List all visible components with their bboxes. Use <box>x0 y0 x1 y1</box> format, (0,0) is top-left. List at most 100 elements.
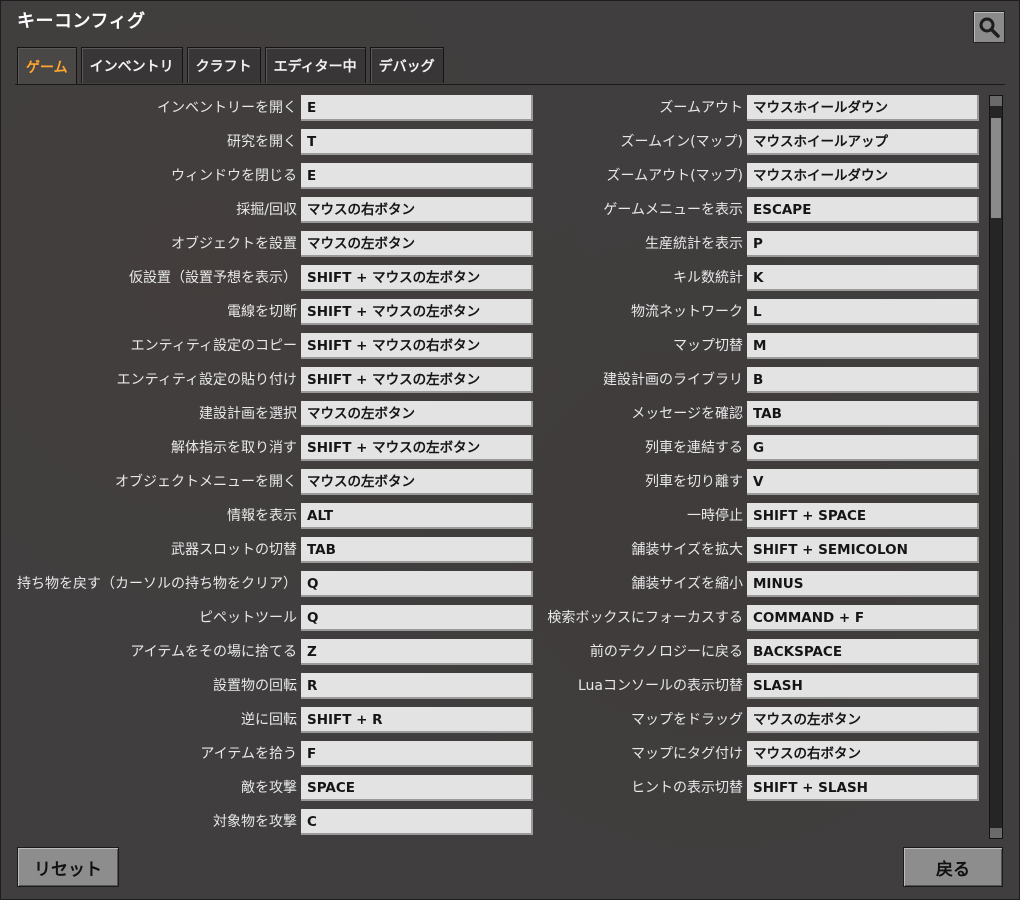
keybinding-key-button[interactable]: C <box>301 809 533 835</box>
keybinding-row: 持ち物を戻す（カーソルの持ち物をクリア） Q <box>15 570 533 598</box>
keybinding-key-button[interactable]: B <box>747 367 979 393</box>
keybinding-row: ピペットツール Q <box>15 604 533 632</box>
keybinding-action-label: メッセージを確認 <box>631 406 743 422</box>
search-button[interactable] <box>973 11 1005 43</box>
keybinding-action-label: マップをドラッグ <box>631 712 743 728</box>
keybinding-row: 設置物の回転 R <box>15 672 533 700</box>
keybinding-action-label: 持ち物を戻す（カーソルの持ち物をクリア） <box>17 576 297 592</box>
keybinding-row: ズームアウト マウスホイールダウン <box>461 94 979 122</box>
keybinding-row: アイテムを拾う F <box>15 740 533 768</box>
keybinding-row: 情報を表示 ALT <box>15 502 533 530</box>
keybinding-row: アイテムをその場に捨てる Z <box>15 638 533 666</box>
keybinding-action-label: インベントリーを開く <box>157 100 297 116</box>
keybinding-action-label: 舗装サイズを拡大 <box>631 542 743 558</box>
keybinding-list: インベントリーを開く E 研究を開く T ウィンドウを閉じる E 採掘/回収 マウスの右ボタン… <box>15 94 981 842</box>
keybinding-row: 物流ネットワーク L <box>461 298 979 326</box>
keybinding-key-button[interactable]: マウスホイールダウン <box>747 95 979 121</box>
keybinding-key-button[interactable]: P <box>747 231 979 257</box>
keybinding-row: オブジェクトを設置 マウスの左ボタン <box>15 230 533 258</box>
keybinding-action-label: エンティティ設定のコピー <box>130 338 297 354</box>
keybinding-action-label: ゲームメニューを表示 <box>603 202 743 218</box>
keybinding-key-button[interactable]: マウスホイールダウン <box>747 163 979 189</box>
key-config-window: キーコンフィグ ゲーム インベントリ クラフト エディター中 デバッグ インベン… <box>0 0 1020 900</box>
keybinding-action-label: 電線を切断 <box>227 304 297 320</box>
keybinding-action-label: ズームアウト <box>659 100 743 116</box>
keybinding-action-label: 建設計画のライブラリ <box>603 372 743 388</box>
scrollbar[interactable] <box>989 95 1003 839</box>
keybinding-row: オブジェクトメニューを開く マウスの左ボタン <box>15 468 533 496</box>
keybinding-row: 列車を連結する G <box>461 434 979 462</box>
keybinding-key-button[interactable]: COMMAND + F <box>747 605 979 631</box>
scroll-down-arrow[interactable] <box>990 828 1002 838</box>
tab-craft[interactable]: クラフト <box>186 47 261 83</box>
keybinding-key-button[interactable]: SLASH <box>747 673 979 699</box>
keybinding-action-label: 情報を表示 <box>227 508 297 524</box>
keybinding-row: 逆に回転 SHIFT + R <box>15 706 533 734</box>
keybinding-action-label: 生産統計を表示 <box>645 236 743 252</box>
keybinding-action-label: 設置物の回転 <box>213 678 297 694</box>
tab-bar: ゲーム インベントリ クラフト エディター中 デバッグ <box>17 47 444 85</box>
keybinding-row: 採掘/回収 マウスの右ボタン <box>15 196 533 224</box>
keybinding-row: ウィンドウを閉じる E <box>15 162 533 190</box>
keybinding-key-button[interactable]: MINUS <box>747 571 979 597</box>
keybinding-row: ゲームメニューを表示 ESCAPE <box>461 196 979 224</box>
keybinding-action-label: 敵を攻撃 <box>241 780 297 796</box>
keybinding-key-button[interactable]: TAB <box>747 401 979 427</box>
keybinding-row: 解体指示を取り消す SHIFT + マウスの左ボタン <box>15 434 533 462</box>
keybinding-action-label: ズームイン(マップ) <box>620 134 743 150</box>
keybinding-action-label: ズームアウト(マップ) <box>606 168 743 184</box>
keybinding-action-label: 採掘/回収 <box>236 202 297 218</box>
keybinding-row: キル数統計 K <box>461 264 979 292</box>
keybinding-row: 敵を攻撃 SPACE <box>15 774 533 802</box>
keybinding-key-button[interactable]: マウスホイールアップ <box>747 129 979 155</box>
tab-debug[interactable]: デバッグ <box>369 47 444 83</box>
keybinding-action-label: キル数統計 <box>673 270 743 286</box>
keybinding-key-button[interactable]: SHIFT + SLASH <box>747 775 979 801</box>
search-icon <box>979 17 1000 38</box>
tab-content-divider <box>15 84 1005 85</box>
keybinding-action-label: 検索ボックスにフォーカスする <box>547 610 743 626</box>
tab-inventory[interactable]: インベントリ <box>80 47 183 83</box>
back-button[interactable]: 戻る <box>903 847 1003 887</box>
keybinding-key-button[interactable]: マウスの左ボタン <box>747 707 979 733</box>
keybinding-key-button[interactable]: V <box>747 469 979 495</box>
keybinding-action-label: アイテムをその場に捨てる <box>130 644 297 660</box>
keybinding-action-label: ウィンドウを閉じる <box>171 168 297 184</box>
keybinding-row: 生産統計を表示 P <box>461 230 979 258</box>
keybinding-key-button[interactable]: G <box>747 435 979 461</box>
keybinding-row: 検索ボックスにフォーカスする COMMAND + F <box>461 604 979 632</box>
keybinding-action-label: 建設計画を選択 <box>199 406 297 422</box>
scrollbar-thumb[interactable] <box>991 118 1001 218</box>
keybinding-row: エンティティ設定の貼り付け SHIFT + マウスの左ボタン <box>15 366 533 394</box>
keybinding-row: Luaコンソールの表示切替 SLASH <box>461 672 979 700</box>
keybinding-action-label: 武器スロットの切替 <box>171 542 297 558</box>
keybinding-action-label: Luaコンソールの表示切替 <box>577 678 743 694</box>
keybinding-row: インベントリーを開く E <box>15 94 533 122</box>
tab-editor[interactable]: エディター中 <box>264 47 366 83</box>
keybinding-row: 舗装サイズを拡大 SHIFT + SEMICOLON <box>461 536 979 564</box>
keybinding-action-label: マップ切替 <box>673 338 743 354</box>
scroll-up-arrow[interactable] <box>990 96 1002 106</box>
keybinding-key-button[interactable]: K <box>747 265 979 291</box>
keybinding-row: マップにタグ付け マウスの右ボタン <box>461 740 979 768</box>
keybinding-row: 舗装サイズを縮小 MINUS <box>461 570 979 598</box>
keybinding-action-label: 舗装サイズを縮小 <box>631 576 743 592</box>
keybinding-key-button[interactable]: SHIFT + SEMICOLON <box>747 537 979 563</box>
keybinding-key-button[interactable]: BACKSPACE <box>747 639 979 665</box>
tab-game[interactable]: ゲーム <box>17 47 77 85</box>
keybinding-row: ヒントの表示切替 SHIFT + SLASH <box>461 774 979 802</box>
keybinding-action-label: エンティティ設定の貼り付け <box>116 372 297 388</box>
keybinding-key-button[interactable]: M <box>747 333 979 359</box>
keybinding-key-button[interactable]: マウスの右ボタン <box>747 741 979 767</box>
keybinding-key-button[interactable]: SHIFT + SPACE <box>747 503 979 529</box>
keybinding-action-label: 列車を連結する <box>645 440 743 456</box>
keybinding-row: エンティティ設定のコピー SHIFT + マウスの右ボタン <box>15 332 533 360</box>
keybinding-action-label: 対象物を攻撃 <box>213 814 297 830</box>
reset-button[interactable]: リセット <box>17 847 119 887</box>
keybinding-row: マップ切替 M <box>461 332 979 360</box>
keybinding-action-label: ヒントの表示切替 <box>631 780 743 796</box>
keybinding-key-button[interactable]: ESCAPE <box>747 197 979 223</box>
keybinding-key-button[interactable]: L <box>747 299 979 325</box>
keybinding-row: 一時停止 SHIFT + SPACE <box>461 502 979 530</box>
keybinding-action-label: アイテムを拾う <box>200 746 297 762</box>
